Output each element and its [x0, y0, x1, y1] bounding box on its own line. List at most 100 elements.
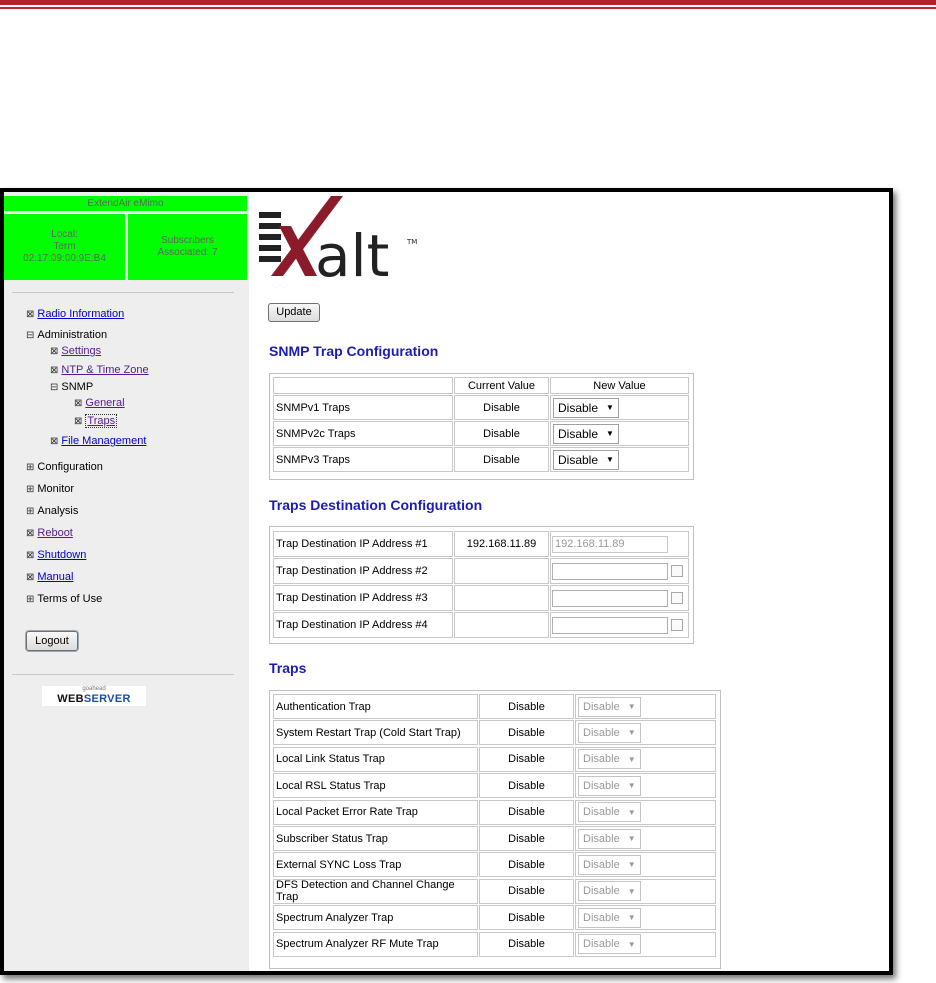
table-row: SNMPv3 Traps Disable Disable ▼ — [270, 447, 693, 472]
nav-configuration[interactable]: ⊞ Configuration — [26, 461, 103, 473]
current-value: Disable — [454, 395, 549, 420]
row-label: External SYNC Loss Trap — [273, 852, 478, 878]
new-value-cell: Disable ▼ — [550, 421, 689, 446]
table-row: SNMPv1 Traps Disable Disable ▼ — [270, 395, 693, 420]
traps-title: Traps — [269, 660, 307, 676]
row-label: SNMPv1 Traps — [273, 395, 453, 420]
table-row: External SYNC Loss Trap Disable Disable ▼ — [270, 852, 720, 878]
table-row: Local Link Status Trap Disable Disable ▼ — [270, 746, 720, 772]
nav-reboot-link[interactable]: Reboot — [37, 527, 72, 539]
nav-terms-of-use[interactable]: ⊞ Terms of Use — [26, 593, 102, 605]
current-value: Disable — [479, 720, 574, 746]
nav-settings[interactable]: ⊠ Settings — [50, 345, 101, 357]
nav-ntp-time-zone[interactable]: ⊠ NTP & Time Zone — [50, 364, 149, 376]
new-value-cell: Disable ▼ — [575, 931, 716, 957]
select-value: Disable — [583, 885, 620, 898]
snmpv2c-select[interactable]: Disable ▼ — [553, 423, 619, 444]
nav-manual-link[interactable]: Manual — [37, 571, 73, 583]
chevron-down-icon: ▼ — [606, 429, 614, 438]
select-value: Disable — [583, 832, 620, 845]
nav-radio-information[interactable]: ⊠ Radio Information — [26, 308, 124, 320]
leaf-icon: ⊠ — [50, 345, 59, 357]
nav-monitor[interactable]: ⊞ Monitor — [26, 483, 74, 495]
trap-select[interactable]: Disable ▼ — [578, 854, 641, 875]
trap-select[interactable]: Disable ▼ — [578, 934, 641, 955]
nav-shutdown-link[interactable]: Shutdown — [37, 549, 86, 561]
nav-general[interactable]: ⊠ General — [74, 397, 125, 409]
nav-manual[interactable]: ⊠ Manual — [26, 571, 73, 583]
expand-icon[interactable]: ⊞ — [26, 506, 34, 517]
leaf-icon: ⊠ — [26, 549, 35, 561]
current-value: Disable — [479, 905, 574, 931]
trap-select[interactable]: Disable ▼ — [578, 802, 641, 823]
trap-select[interactable]: Disable ▼ — [578, 828, 641, 849]
new-value-cell: 192.168.11.89 — [550, 531, 689, 557]
nav-file-management[interactable]: ⊠ File Management — [50, 435, 146, 447]
nav-reboot[interactable]: ⊠ Reboot — [26, 527, 73, 539]
nav-analysis[interactable]: ⊞ Analysis — [26, 505, 78, 517]
update-button[interactable]: Update — [268, 303, 320, 322]
snmpv3-select[interactable]: Disable ▼ — [553, 449, 619, 470]
chevron-down-icon: ▼ — [627, 939, 636, 949]
current-value: Disable — [479, 694, 574, 719]
nav-general-link[interactable]: General — [85, 397, 124, 409]
chevron-down-icon: ▼ — [627, 834, 636, 843]
expand-icon[interactable]: ⊞ — [26, 594, 34, 605]
trap-destination-4-checkbox[interactable] — [671, 619, 683, 631]
chevron-down-icon: ▼ — [627, 807, 636, 817]
subscribers-count: Associated: 7 — [157, 247, 218, 258]
chevron-down-icon: ▼ — [606, 403, 614, 412]
row-label: Trap Destination IP Address #3 — [273, 585, 453, 611]
nav-radio-information-link[interactable]: Radio Information — [37, 308, 124, 320]
leaf-icon: ⊠ — [74, 415, 83, 427]
nav-file-management-link[interactable]: File Management — [61, 435, 146, 447]
select-value: Disable — [583, 753, 620, 766]
expand-icon[interactable]: ⊞ — [26, 462, 34, 473]
nav-ntp-link[interactable]: NTP & Time Zone — [61, 364, 148, 376]
new-value-cell: Disable ▼ — [550, 395, 689, 420]
table-row: Trap Destination IP Address #3 — [270, 585, 693, 611]
nav-administration[interactable]: ⊟ Administration — [26, 329, 107, 341]
header-new-value: New Value — [550, 377, 689, 394]
trap-destination-4-input[interactable] — [552, 616, 668, 634]
collapse-icon[interactable]: ⊟ — [50, 382, 58, 393]
new-value-cell: Disable ▼ — [575, 905, 716, 931]
trap-select[interactable]: Disable ▼ — [578, 722, 641, 743]
select-value: Disable — [583, 726, 620, 739]
device-title: ExtendAir eMimo — [4, 196, 247, 211]
trap-destination-1-input[interactable]: 192.168.11.89 — [552, 535, 668, 553]
trap-destination-3-checkbox[interactable] — [671, 592, 683, 604]
table-header-row: Current Value New Value — [270, 377, 693, 394]
nav-snmp[interactable]: ⊟ SNMP — [50, 381, 93, 393]
nav-traps-link[interactable]: Traps — [85, 414, 118, 428]
trap-destination-2-checkbox[interactable] — [671, 565, 683, 577]
logout-button[interactable]: Logout — [26, 631, 78, 651]
trap-select[interactable]: Disable ▼ — [578, 907, 641, 928]
snmp-trap-config-title: SNMP Trap Configuration — [269, 343, 439, 359]
local-status-panel: Local: Term 02:17:09:00:9E:B4 — [4, 214, 125, 280]
webserver-badge-web: WEB — [57, 693, 84, 705]
table-row: Spectrum Analyzer RF Mute Trap Disable Dis… — [270, 931, 720, 957]
trap-select[interactable]: Disable ▼ — [578, 696, 641, 717]
new-value-cell: Disable ▼ — [550, 447, 689, 472]
select-value: Disable — [583, 938, 620, 951]
logo-text: alt — [315, 222, 389, 286]
collapse-icon[interactable]: ⊟ — [26, 330, 34, 341]
trap-select[interactable]: Disable ▼ — [578, 749, 641, 770]
expand-icon[interactable]: ⊞ — [26, 484, 34, 495]
trap-select[interactable]: Disable ▼ — [578, 881, 641, 902]
chevron-down-icon: ▼ — [627, 728, 636, 738]
new-value-cell: Disable ▼ — [575, 773, 716, 799]
nav-settings-link[interactable]: Settings — [61, 345, 101, 357]
nav-shutdown[interactable]: ⊠ Shutdown — [26, 549, 86, 561]
trap-select[interactable]: Disable ▼ — [578, 775, 641, 796]
webserver-badge-small: goahead — [82, 686, 106, 692]
leaf-icon: ⊠ — [26, 571, 35, 583]
webserver-badge: goahead WEBSERVER — [42, 686, 146, 706]
snmpv1-select[interactable]: Disable ▼ — [553, 397, 619, 418]
trap-destination-3-input[interactable] — [552, 589, 668, 607]
current-value — [454, 585, 549, 611]
current-value: Disable — [479, 746, 574, 772]
nav-traps[interactable]: ⊠ Traps — [74, 414, 118, 428]
trap-destination-2-input[interactable] — [552, 562, 668, 580]
